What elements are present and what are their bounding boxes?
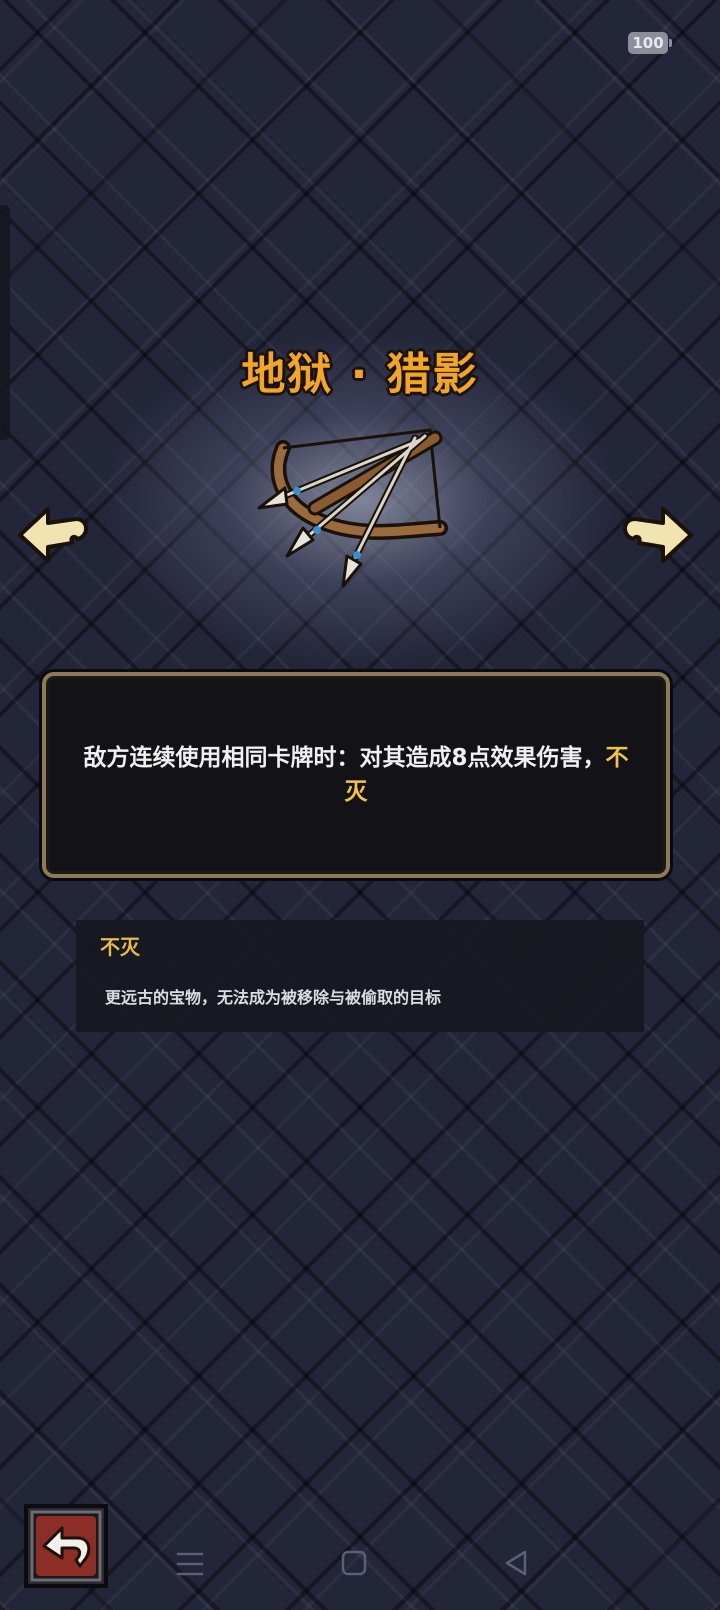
- keyword-title: 不灭: [100, 935, 140, 959]
- description-text: 敌方连续使用相同卡牌时：对其造成8点效果伤害，: [83, 745, 606, 771]
- system-back-button[interactable]: [497, 1540, 537, 1592]
- arrow-right-icon: [623, 507, 693, 563]
- keyword-description: 更远古的宝物，无法成为被移除与被偷取的目标: [105, 988, 442, 1007]
- side-edge-handle[interactable]: [0, 205, 10, 440]
- arrow-left-icon: [18, 507, 88, 563]
- system-navigation-bar: [0, 1540, 720, 1592]
- keyword-tooltip-panel: 不灭 更远古的宝物，无法成为被移除与被偷取的目标: [76, 920, 644, 1032]
- next-relic-button[interactable]: [617, 505, 697, 565]
- relic-title: 地狱 · 猎影: [241, 349, 479, 400]
- menu-lines-icon: [176, 1552, 204, 1576]
- crossbow-relic-icon: [255, 418, 465, 598]
- system-home-button[interactable]: [334, 1540, 374, 1592]
- back-triangle-icon: [505, 1550, 527, 1576]
- system-menu-button[interactable]: [170, 1540, 210, 1592]
- previous-relic-button[interactable]: [14, 505, 94, 565]
- home-square-icon: [341, 1550, 367, 1576]
- relic-description-box: 敌方连续使用相同卡牌时：对其造成8点效果伤害，不灭: [42, 672, 670, 878]
- battery-indicator: 100: [628, 32, 672, 54]
- relic-description: 敌方连续使用相同卡牌时：对其造成8点效果伤害，不灭: [76, 741, 636, 809]
